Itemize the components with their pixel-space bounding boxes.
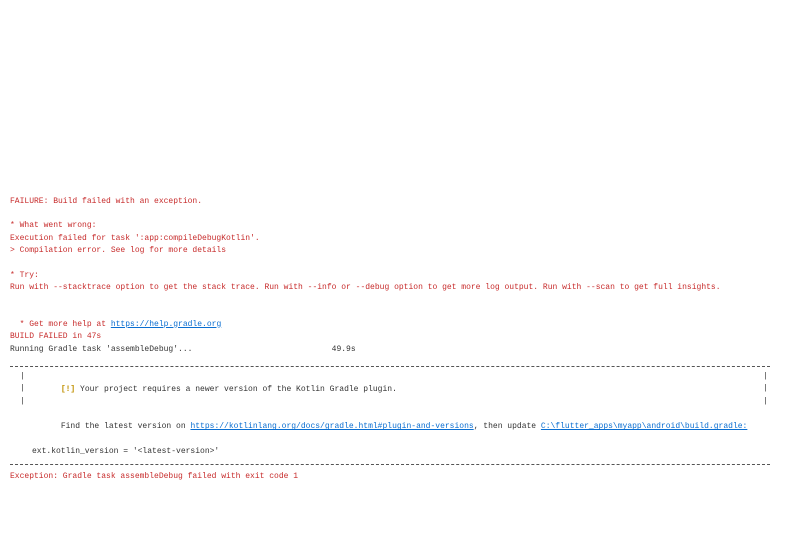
blank-line (10, 294, 800, 306)
kotlin-docs-link[interactable]: https://kotlinlang.org/docs/gradle.html#… (190, 422, 473, 431)
build-gradle-path-link[interactable]: C:\flutter_apps\myapp\android\build.grad… (541, 422, 747, 431)
notice-line-2-prefix: Find the latest version on (61, 422, 191, 431)
notice-text-1: Your project requires a newer version of… (75, 385, 397, 394)
compilation-error-line: > Compilation error. See log for more de… (10, 245, 800, 257)
running-task-line: Running Gradle task 'assembleDebug'... 4… (10, 344, 800, 356)
notice-line-1: [!] Your project requires a newer versio… (32, 372, 770, 409)
help-link[interactable]: https://help.gradle.org (111, 320, 221, 329)
warn-badge-icon: [!] (61, 385, 75, 394)
notice-line-2-mid: , then update (474, 422, 541, 431)
failure-header: FAILURE: Build failed with an exception. (10, 196, 800, 208)
section-try: * Try: (10, 270, 800, 282)
try-hint-line: Run with --stacktrace option to get the … (10, 282, 800, 294)
kotlin-version-notice-box: [!] Your project requires a newer versio… (10, 366, 770, 465)
section-help: * Get more help at https://help.gradle.o… (10, 306, 800, 331)
help-prefix: * Get more help at (20, 320, 111, 329)
blank-line (10, 208, 800, 220)
build-failed-line: BUILD FAILED in 47s (10, 331, 800, 343)
exception-line: Exception: Gradle task assembleDebug fai… (10, 471, 800, 483)
failed-task-line: Execution failed for task ':app:compileD… (10, 233, 800, 245)
notice-line-2: Find the latest version on https://kotli… (32, 409, 770, 446)
section-what-went-wrong: * What went wrong: (10, 220, 800, 232)
blank-line (10, 258, 800, 270)
notice-line-3: ext.kotlin_version = '<latest-version>' (32, 446, 770, 458)
